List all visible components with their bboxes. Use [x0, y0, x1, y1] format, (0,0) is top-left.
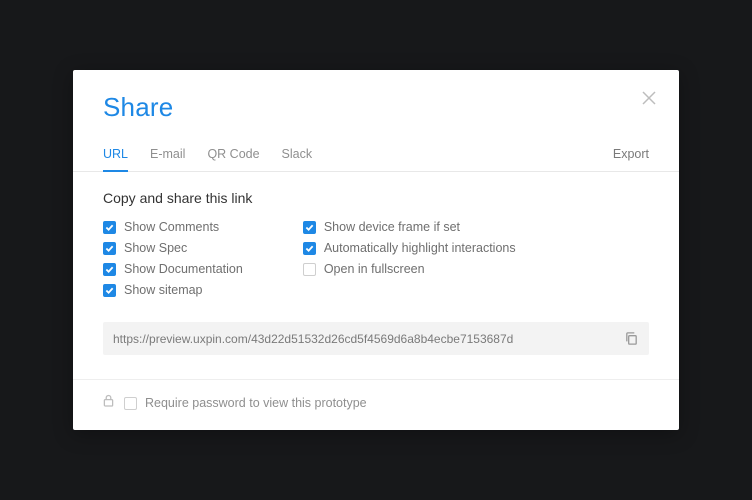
- options-container: Show Comments Show Spec Show Documentati…: [103, 220, 649, 304]
- options-col-2: Show device frame if set Automatically h…: [303, 220, 516, 304]
- modal-title: Share: [103, 92, 649, 123]
- share-url-text[interactable]: https://preview.uxpin.com/43d22d51532d26…: [113, 332, 614, 346]
- option-label: Show sitemap: [124, 283, 203, 297]
- checkbox-icon: [303, 221, 316, 234]
- close-icon: [641, 90, 657, 106]
- tab-qrcode[interactable]: QR Code: [207, 139, 259, 171]
- modal-body: Copy and share this link Show Comments S…: [73, 172, 679, 379]
- options-col-1: Show Comments Show Spec Show Documentati…: [103, 220, 243, 304]
- tab-slack[interactable]: Slack: [282, 139, 313, 171]
- copy-icon: [624, 331, 639, 346]
- option-show-spec[interactable]: Show Spec: [103, 241, 243, 255]
- option-label: Require password to view this prototype: [145, 396, 367, 410]
- tab-email[interactable]: E-mail: [150, 139, 185, 171]
- tab-url[interactable]: URL: [103, 139, 128, 171]
- checkbox-icon: [103, 284, 116, 297]
- share-url-row: https://preview.uxpin.com/43d22d51532d26…: [103, 322, 649, 355]
- lock-icon: [103, 394, 114, 412]
- option-highlight-interactions[interactable]: Automatically highlight interactions: [303, 241, 516, 255]
- tabs: URL E-mail QR Code Slack: [103, 139, 312, 171]
- option-label: Automatically highlight interactions: [324, 241, 516, 255]
- copy-button[interactable]: [624, 331, 639, 346]
- option-require-password[interactable]: Require password to view this prototype: [124, 396, 367, 410]
- option-label: Show Documentation: [124, 262, 243, 276]
- checkbox-icon: [303, 242, 316, 255]
- checkbox-icon: [103, 221, 116, 234]
- checkbox-icon: [103, 242, 116, 255]
- option-label: Show Spec: [124, 241, 187, 255]
- option-show-comments[interactable]: Show Comments: [103, 220, 243, 234]
- option-open-fullscreen[interactable]: Open in fullscreen: [303, 262, 516, 276]
- tabs-row: URL E-mail QR Code Slack Export: [73, 139, 679, 172]
- modal-footer: Require password to view this prototype: [73, 380, 679, 430]
- checkbox-icon: [124, 397, 137, 410]
- checkbox-icon: [303, 263, 316, 276]
- option-show-documentation[interactable]: Show Documentation: [103, 262, 243, 276]
- option-label: Show device frame if set: [324, 220, 460, 234]
- modal-header: Share: [73, 70, 679, 123]
- close-button[interactable]: [641, 90, 657, 111]
- checkbox-icon: [103, 263, 116, 276]
- share-modal: Share URL E-mail QR Code Slack Export Co…: [73, 70, 679, 430]
- option-label: Open in fullscreen: [324, 262, 425, 276]
- share-subtitle: Copy and share this link: [103, 190, 649, 206]
- option-device-frame[interactable]: Show device frame if set: [303, 220, 516, 234]
- option-show-sitemap[interactable]: Show sitemap: [103, 283, 243, 297]
- option-label: Show Comments: [124, 220, 219, 234]
- export-link[interactable]: Export: [613, 147, 649, 171]
